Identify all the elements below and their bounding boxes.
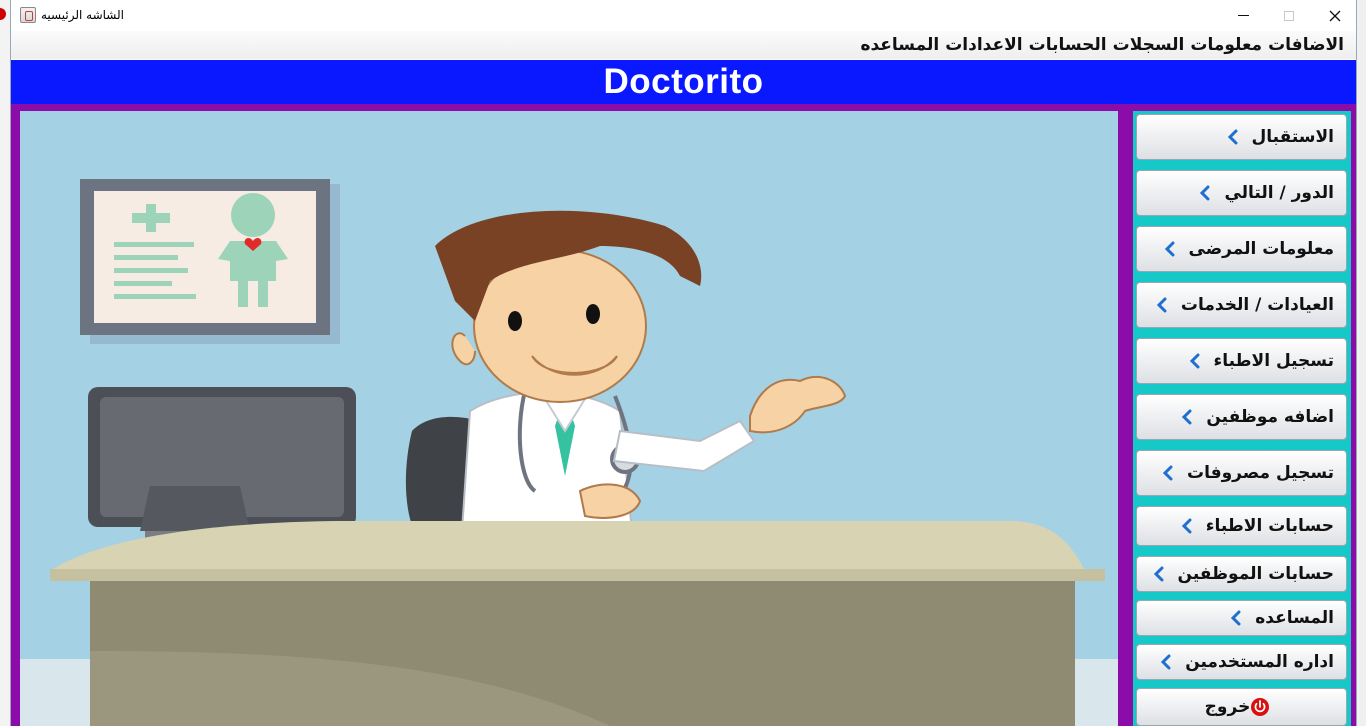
- window-title: الشاشه الرئيسيه: [41, 8, 124, 22]
- menu-settings[interactable]: الاعدادات: [941, 35, 1024, 55]
- close-button[interactable]: [1312, 0, 1358, 31]
- sidebar-button-label: تسجيل مصروفات: [1187, 463, 1334, 483]
- chevron-left-icon: [1226, 128, 1240, 146]
- minimize-button[interactable]: [1220, 0, 1266, 31]
- sidebar-button-employee-accounts[interactable]: حسابات الموظفين: [1136, 556, 1347, 592]
- minimize-icon: [1237, 15, 1249, 16]
- background-app-icon: [0, 8, 6, 20]
- app-header: Doctorito: [11, 60, 1356, 104]
- menu-accounts[interactable]: الحسابات: [1025, 35, 1109, 55]
- chevron-left-icon: [1188, 352, 1202, 370]
- sidebar-button-label: تسجيل الاطباء: [1213, 351, 1334, 371]
- chevron-left-icon: [1159, 653, 1173, 671]
- chevron-left-icon: [1155, 296, 1169, 314]
- maximize-button[interactable]: [1266, 0, 1312, 31]
- title-bar: الشاشه الرئيسيه: [11, 0, 1356, 31]
- sidebar-button-register-expenses[interactable]: تسجيل مصروفات: [1136, 450, 1347, 496]
- menu-records[interactable]: السجلات: [1109, 35, 1187, 55]
- sidebar-button-register-doctors[interactable]: تسجيل الاطباء: [1136, 338, 1347, 384]
- sidebar-button-label: معلومات المرضى: [1188, 239, 1334, 259]
- sidebar-button-label: اداره المستخدمين: [1185, 652, 1334, 672]
- power-icon: [1251, 698, 1270, 716]
- sidebar-button-add-employees[interactable]: اضافه موظفين: [1136, 394, 1347, 440]
- sidebar-panel: الاستقبال الدور / التالي معلومات المرضى …: [1133, 111, 1351, 726]
- doctor-office-image: [20, 111, 1118, 726]
- chevron-left-icon: [1161, 464, 1175, 482]
- app-brand-title: Doctorito: [603, 62, 764, 101]
- background-edge-left: [0, 0, 10, 726]
- chevron-left-icon: [1180, 408, 1194, 426]
- sidebar-button-clinics-services[interactable]: العيادات / الخدمات: [1136, 282, 1347, 328]
- menu-help[interactable]: المساعده: [856, 35, 941, 55]
- sidebar: الاستقبال الدور / التالي معلومات المرضى …: [1124, 104, 1353, 726]
- chevron-left-icon: [1198, 184, 1212, 202]
- sidebar-button-patient-info[interactable]: معلومات المرضى: [1136, 226, 1347, 272]
- sidebar-button-label: الاستقبال: [1251, 127, 1334, 147]
- doctor-illustration: [20, 111, 1118, 726]
- chevron-left-icon: [1163, 240, 1177, 258]
- sidebar-button-help[interactable]: المساعده: [1136, 600, 1347, 636]
- chevron-left-icon: [1152, 565, 1166, 583]
- sidebar-button-label: حسابات الاطباء: [1205, 516, 1334, 536]
- sidebar-button-label: حسابات الموظفين: [1177, 564, 1334, 584]
- background-edge-right: [1357, 0, 1366, 726]
- menu-additions[interactable]: الاضافات: [1264, 35, 1346, 55]
- chevron-left-icon: [1180, 517, 1194, 535]
- content-area: الاستقبال الدور / التالي معلومات المرضى …: [11, 104, 1356, 726]
- menu-bar: الاضافات معلومات السجلات الحسابات الاعدا…: [11, 31, 1356, 59]
- sidebar-button-label: اضافه موظفين: [1206, 407, 1334, 427]
- sidebar-button-reception[interactable]: الاستقبال: [1136, 114, 1347, 160]
- maximize-icon: [1284, 10, 1294, 21]
- java-app-icon: [20, 7, 36, 23]
- exit-button-label: خروج: [1204, 697, 1251, 717]
- sidebar-button-queue-next[interactable]: الدور / التالي: [1136, 170, 1347, 216]
- sidebar-button-doctor-accounts[interactable]: حسابات الاطباء: [1136, 506, 1347, 546]
- sidebar-button-label: العيادات / الخدمات: [1180, 295, 1334, 315]
- sidebar-button-label: المساعده: [1255, 608, 1334, 628]
- main-window: الشاشه الرئيسيه الاضافات معلومات السجلات…: [10, 0, 1357, 726]
- exit-button[interactable]: خروج: [1136, 688, 1347, 726]
- close-icon: [1329, 10, 1341, 21]
- menu-information[interactable]: معلومات: [1186, 35, 1264, 55]
- sidebar-button-user-management[interactable]: اداره المستخدمين: [1136, 644, 1347, 680]
- chevron-left-icon: [1229, 609, 1243, 627]
- sidebar-button-label: الدور / التالي: [1224, 183, 1334, 203]
